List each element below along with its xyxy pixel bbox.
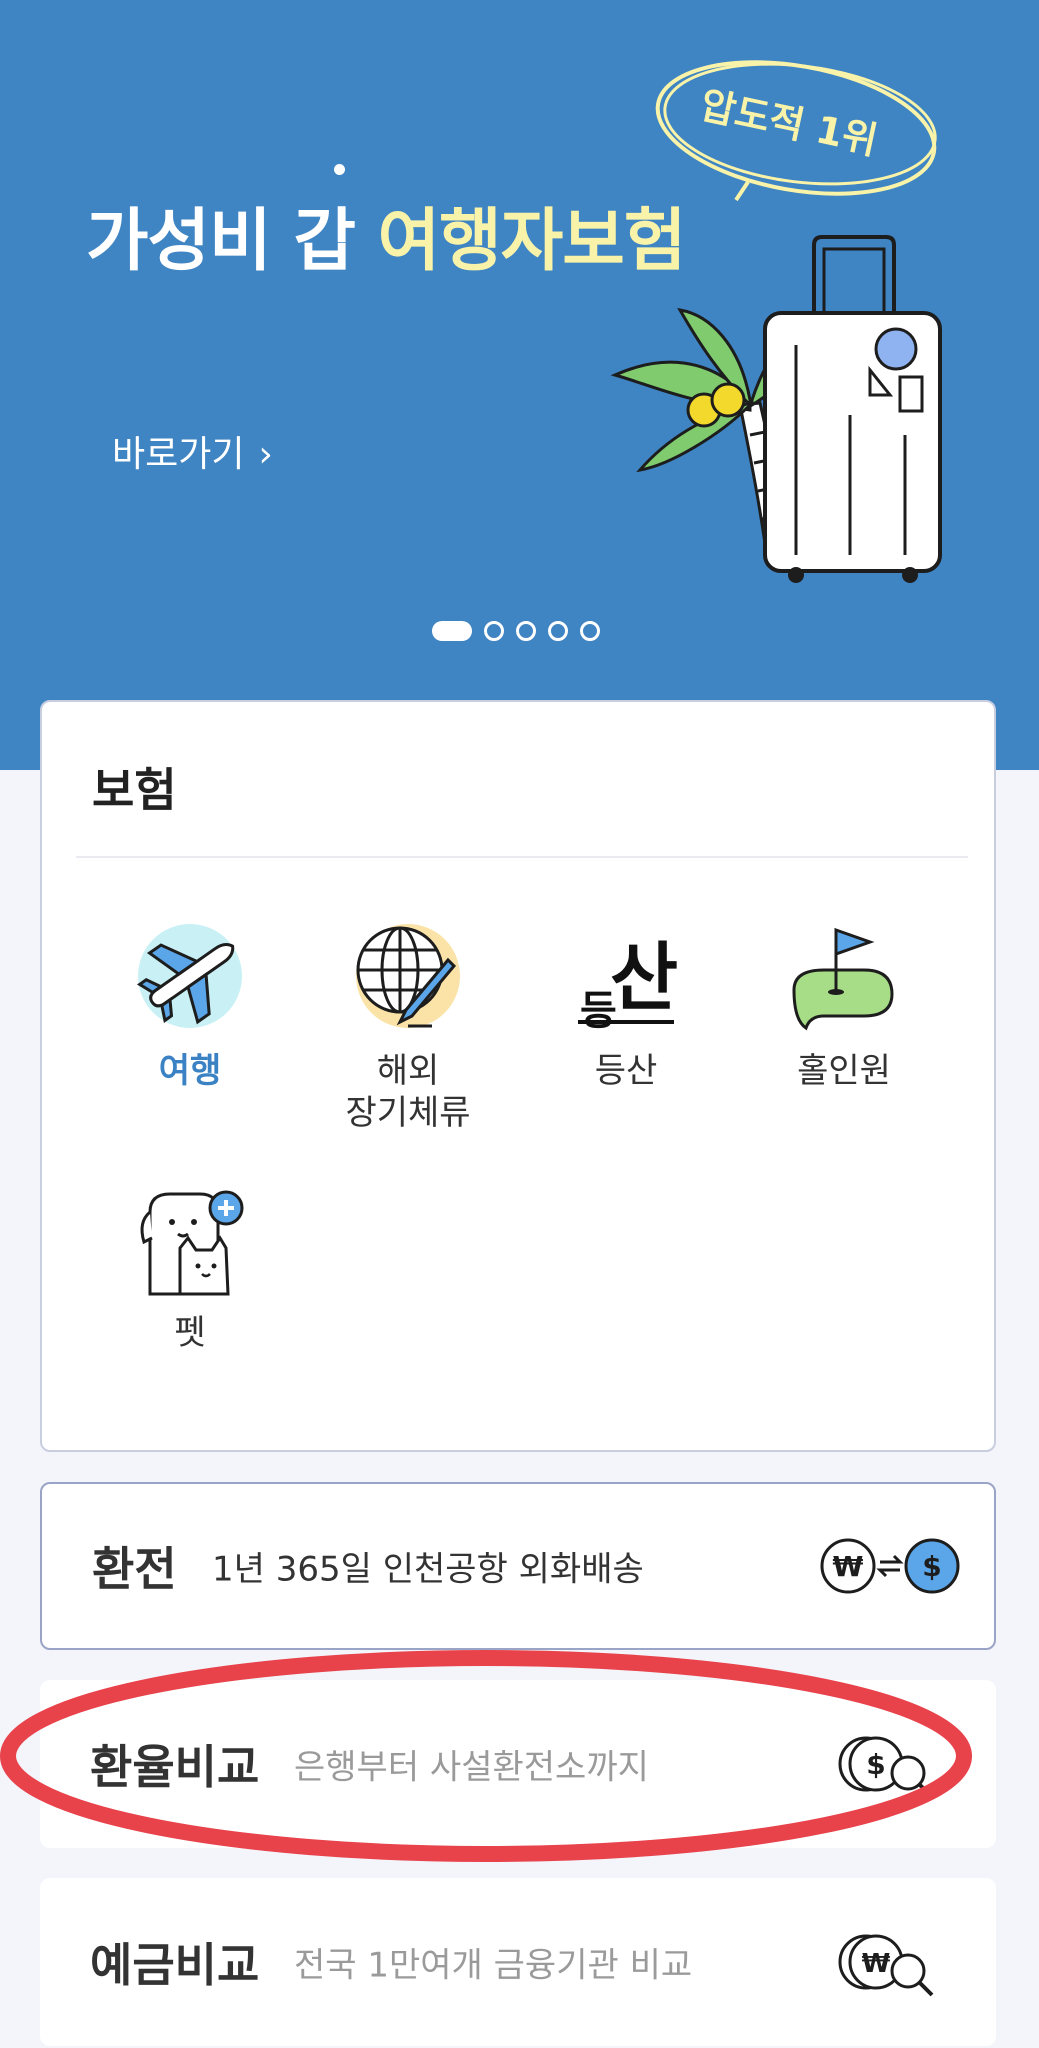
insurance-item-hiking[interactable]: 등 산 등산 [526, 920, 726, 1092]
golf-flag-icon [784, 920, 904, 1040]
insurance-item-hole-in-one[interactable]: 홀인원 [744, 920, 944, 1092]
insurance-title: 보험 [92, 763, 177, 817]
insurance-item-label: 여행 [158, 1051, 222, 1091]
pager-dot-active[interactable] [432, 621, 472, 641]
pager-dot[interactable] [484, 621, 504, 641]
mountain-text-icon: 등 산 [566, 920, 686, 1040]
divider [76, 856, 968, 858]
pager-dot[interactable] [580, 621, 600, 641]
svg-text:₩: ₩ [833, 1550, 864, 1583]
insurance-item-label: 등산 [594, 1051, 658, 1091]
svg-text:$: $ [866, 1748, 885, 1781]
insurance-item-label: 해외 장기체류 [345, 1051, 471, 1133]
rate-compare-title: 환율비교 [90, 1740, 260, 1794]
palm-suitcase-illustration [610, 235, 942, 583]
svg-text:₩: ₩ [862, 1949, 891, 1979]
insurance-item-travel[interactable]: 여행 [90, 920, 290, 1092]
banner-pager[interactable] [432, 620, 600, 642]
banner-shortcut-link[interactable]: 바로가기 › [112, 425, 273, 477]
exchange-desc: 1년 365일 인천공항 외화배송 [212, 1549, 644, 1590]
insurance-item-overseas-long-stay[interactable]: 해외 장기체류 [308, 920, 508, 1134]
exchange-card[interactable]: 환전 1년 365일 인천공항 외화배송 ₩ $ [40, 1482, 996, 1650]
icon-text-big: 산 [610, 935, 679, 1021]
svg-text:$: $ [922, 1550, 941, 1583]
pager-dot[interactable] [516, 621, 536, 641]
insurance-item-label: 홀인원 [797, 1051, 891, 1091]
promo-banner[interactable]: 가성비 갑 여행자보험 압도적 1위 바로가기 › [0, 0, 1039, 770]
won-to-dollar-icon: ₩ $ [820, 1538, 960, 1594]
won-search-icon: ₩ [838, 1934, 934, 1997]
insurance-item-pet[interactable]: 펫 [90, 1182, 290, 1354]
airplane-icon [130, 920, 250, 1040]
pager-dot[interactable] [548, 621, 568, 641]
deposit-compare-title: 예금비교 [90, 1938, 260, 1992]
globe-pen-icon [348, 920, 468, 1040]
insurance-card: 보험 여행 해외 장기체류 등 산 등산 홀인원 펫 [40, 700, 996, 1452]
shortcut-label: 바로가기 [112, 434, 245, 475]
rate-compare-card[interactable]: 환율비교 은행부터 사설환전소까지 $ [40, 1680, 996, 1848]
pet-icon [130, 1182, 250, 1302]
banner-title-plain: 가성비 갑 [86, 202, 378, 281]
banner-title: 가성비 갑 여행자보험 [86, 185, 686, 284]
deposit-compare-card[interactable]: 예금비교 전국 1만여개 금융기관 비교 ₩ [40, 1878, 996, 2046]
underline [578, 1020, 674, 1024]
dollar-search-icon: $ [838, 1736, 934, 1799]
chevron-right-icon: › [258, 434, 273, 475]
deposit-compare-desc: 전국 1만여개 금융기관 비교 [294, 1945, 693, 1986]
insurance-item-label: 펫 [174, 1313, 206, 1353]
exchange-title: 환전 [92, 1542, 177, 1596]
rate-compare-desc: 은행부터 사설환전소까지 [294, 1747, 649, 1788]
decor-dot [334, 164, 345, 175]
